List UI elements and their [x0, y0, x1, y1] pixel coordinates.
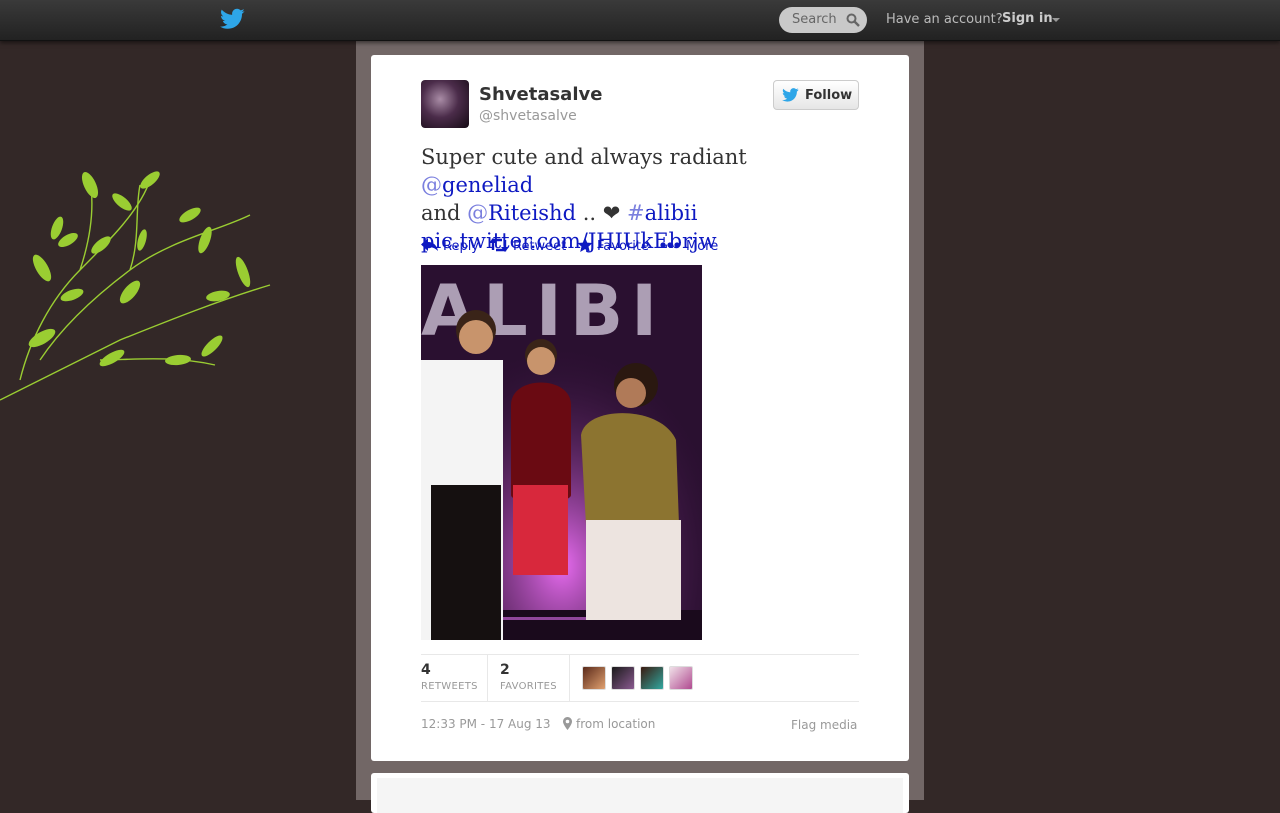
retweet-icon	[489, 238, 509, 252]
follow-button[interactable]: Follow	[773, 80, 859, 110]
screen-name[interactable]: @shvetasalve	[479, 108, 577, 124]
top-bar: Search Have an account? Sign in	[0, 0, 1280, 41]
display-name[interactable]: Shvetasalve	[479, 84, 602, 105]
twitter-bird-icon	[782, 88, 799, 102]
tweet-timestamp[interactable]: 12:33 PM - 17 Aug 13	[421, 717, 551, 731]
branch-decoration	[0, 171, 271, 401]
tweet-photo[interactable]: ALIBI	[421, 265, 702, 640]
follow-label: Follow	[805, 88, 853, 103]
search-input[interactable]: Search	[779, 7, 867, 33]
chevron-down-icon[interactable]	[1052, 18, 1060, 22]
tweet-text-part: .. ❤	[576, 201, 628, 225]
favorite-label: Favorite	[597, 239, 649, 254]
mention-link[interactable]: @Riteishd	[467, 201, 576, 225]
favorites-count[interactable]: 2	[500, 662, 510, 678]
search-icon[interactable]	[846, 13, 860, 27]
mention-link[interactable]: @geneliad	[421, 173, 533, 197]
mention-name: Riteishd	[488, 201, 577, 225]
search-placeholder: Search	[792, 12, 837, 27]
next-card	[371, 773, 909, 813]
divider	[569, 655, 570, 701]
avatar[interactable]	[582, 666, 606, 690]
twitter-bird-icon[interactable]	[220, 8, 245, 30]
avatar[interactable]	[669, 666, 693, 690]
reply-label: Reply	[443, 239, 480, 254]
tweet-text-part: and	[421, 201, 468, 225]
divider	[487, 655, 488, 701]
mention-symbol: @	[421, 173, 442, 197]
divider	[421, 701, 859, 702]
tweet-location[interactable]: from location	[576, 717, 655, 731]
more-dots-icon	[660, 242, 680, 248]
retweet-label: Retweet	[513, 239, 567, 254]
photo-illustration: ALIBI	[421, 265, 702, 640]
hashtag-name: alibii	[644, 201, 698, 225]
avatar[interactable]	[421, 80, 469, 128]
hashtag-link[interactable]: #alibii	[627, 201, 697, 225]
have-account-text: Have an account?	[886, 12, 1003, 27]
avatar[interactable]	[611, 666, 635, 690]
mention-symbol: @	[467, 201, 489, 225]
location-pin-icon	[563, 717, 572, 730]
mention-name: geneliad	[442, 173, 534, 197]
tweet-text-part: Super cute and always radiant	[421, 145, 747, 169]
hashtag-symbol: #	[627, 201, 645, 225]
flag-media-link[interactable]: Flag media	[791, 718, 857, 732]
favorites-label[interactable]: FAVORITES	[500, 681, 557, 692]
avatar[interactable]	[640, 666, 664, 690]
reply-icon	[421, 238, 438, 251]
more-label: More	[686, 239, 719, 254]
retweets-count[interactable]: 4	[421, 662, 431, 678]
star-icon	[577, 237, 593, 252]
sign-in-link[interactable]: Sign in	[1002, 11, 1053, 26]
retweets-label[interactable]: RETWEETS	[421, 681, 478, 692]
